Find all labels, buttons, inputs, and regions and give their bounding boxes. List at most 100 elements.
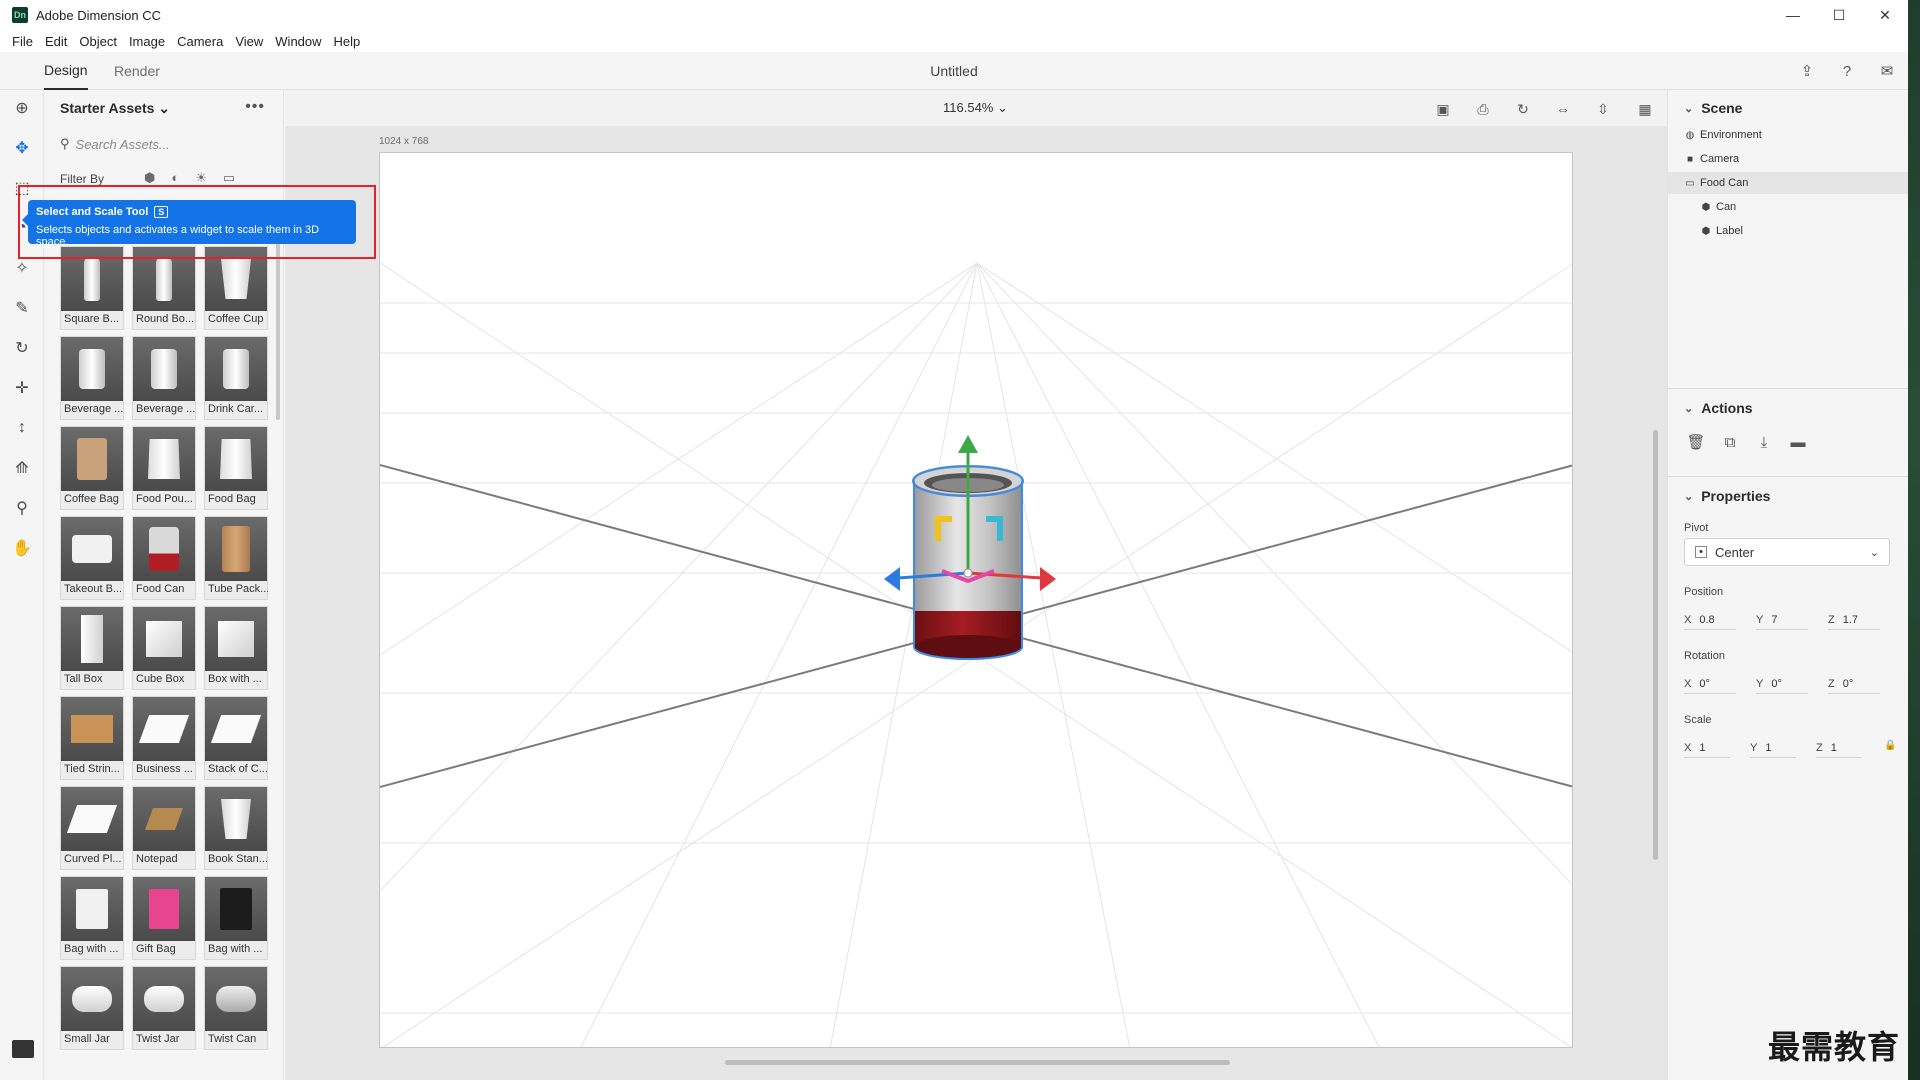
- filter-lights-icon[interactable]: ☀: [195, 170, 207, 186]
- position-z-field[interactable]: Z 1.7: [1828, 610, 1880, 630]
- panel-toggle-icon[interactable]: [12, 1040, 34, 1058]
- menu-object[interactable]: Object: [73, 34, 123, 49]
- asset-tile[interactable]: Twist Jar: [132, 966, 196, 1050]
- position-y-field[interactable]: Y7: [1756, 610, 1808, 630]
- menu-edit[interactable]: Edit: [39, 34, 73, 49]
- duplicate-icon[interactable]: ⧉: [1720, 432, 1740, 452]
- filter-images-icon[interactable]: ▭: [223, 170, 235, 186]
- dolly-tool-icon[interactable]: ↕: [10, 416, 34, 440]
- zoom-level[interactable]: 116.54% ⌄: [943, 100, 1008, 116]
- asset-tile[interactable]: Tube Pack...: [204, 516, 268, 600]
- properties-section-header[interactable]: ⌄ Properties: [1684, 488, 1770, 504]
- asset-tile[interactable]: Business ...: [132, 696, 196, 780]
- group-folder-icon[interactable]: ▬: [1788, 432, 1808, 452]
- orbit-camera-icon[interactable]: ↻: [1513, 99, 1533, 119]
- dolly-camera-icon[interactable]: ⇳: [1593, 99, 1613, 119]
- share-icon[interactable]: ⇪: [1798, 62, 1816, 80]
- pan-tool-icon[interactable]: ✛: [10, 376, 34, 400]
- rotation-z-field[interactable]: Z 0°: [1828, 674, 1880, 694]
- help-icon[interactable]: ?: [1838, 62, 1856, 80]
- zoom-tool-icon[interactable]: ⚲: [10, 496, 34, 520]
- asset-tile[interactable]: Box with ...: [204, 606, 268, 690]
- asset-tile[interactable]: Drink Car...: [204, 336, 268, 420]
- search-assets-field[interactable]: ⚲ Search Assets...: [60, 132, 270, 156]
- menu-help[interactable]: Help: [328, 34, 367, 49]
- maximize-button[interactable]: ☐: [1816, 0, 1862, 30]
- menu-camera[interactable]: Camera: [171, 34, 229, 49]
- scale-x-field[interactable]: X1: [1684, 738, 1730, 758]
- scene-item[interactable]: ◍ Environment: [1668, 124, 1909, 146]
- pan-camera-icon[interactable]: ⇔: [1553, 99, 1573, 119]
- hand-tool-icon[interactable]: ✋: [10, 536, 34, 560]
- asset-tile[interactable]: Takeout B...: [60, 516, 124, 600]
- asset-tile[interactable]: Book Stan...: [204, 786, 268, 870]
- render-preview-icon[interactable]: ▦: [1635, 99, 1655, 119]
- feedback-icon[interactable]: ✉: [1878, 62, 1896, 80]
- actions-section-header[interactable]: ⌄ Actions: [1684, 400, 1753, 416]
- horizon-tool-icon[interactable]: ⟰: [10, 456, 34, 480]
- menu-view[interactable]: View: [229, 34, 269, 49]
- asset-tile[interactable]: Bag with ...: [204, 876, 268, 960]
- asset-tile[interactable]: Tied Strin...: [60, 696, 124, 780]
- asset-thumbnail: [61, 427, 123, 491]
- asset-label: Bag with ...: [208, 943, 263, 955]
- pivot-dropdown[interactable]: • Center ⌄: [1684, 538, 1890, 566]
- move-to-ground-icon[interactable]: ⤓: [1754, 432, 1774, 452]
- minimize-button[interactable]: —: [1770, 0, 1816, 30]
- asset-tile[interactable]: Stack of C...: [204, 696, 268, 780]
- more-options-icon[interactable]: •••: [245, 98, 265, 116]
- eyedropper-tool-icon[interactable]: ✎: [10, 296, 34, 320]
- magic-wand-tool-icon[interactable]: ✧: [10, 256, 34, 280]
- rotation-x-field[interactable]: X 0°: [1684, 674, 1736, 694]
- asset-tile[interactable]: Curved Pl...: [60, 786, 124, 870]
- scene-item[interactable]: ⬢ Can: [1668, 196, 1909, 218]
- menu-window[interactable]: Window: [269, 34, 327, 49]
- canvas-horizontal-scrollbar[interactable]: [725, 1060, 1230, 1065]
- orbit-tool-icon[interactable]: ↻: [10, 336, 34, 360]
- tab-design[interactable]: Design: [44, 52, 88, 90]
- asset-tile[interactable]: Food Can: [132, 516, 196, 600]
- scene-item[interactable]: ⬢ Label: [1668, 220, 1909, 242]
- scene-section-header[interactable]: ⌄ Scene: [1684, 100, 1742, 116]
- asset-label: Coffee Bag: [64, 493, 119, 505]
- canvas-vertical-scrollbar[interactable]: [1653, 430, 1658, 860]
- close-button[interactable]: ✕: [1862, 0, 1908, 30]
- asset-label: Food Pou...: [136, 493, 193, 505]
- asset-thumbnail: [205, 517, 267, 581]
- asset-tile[interactable]: Beverage ...: [132, 336, 196, 420]
- asset-preview-shape: [156, 257, 172, 301]
- select-move-tool-icon[interactable]: ✥: [10, 136, 34, 160]
- asset-tile[interactable]: Small Jar: [60, 966, 124, 1050]
- asset-tile[interactable]: Tall Box: [60, 606, 124, 690]
- asset-tile[interactable]: Gift Bag: [132, 876, 196, 960]
- rotation-y-field[interactable]: Y 0°: [1756, 674, 1808, 694]
- filter-models-icon[interactable]: ⬢: [144, 170, 155, 186]
- asset-tile[interactable]: Food Pou...: [132, 426, 196, 510]
- lock-icon[interactable]: 🔒: [1884, 740, 1896, 751]
- asset-tile[interactable]: Notepad: [132, 786, 196, 870]
- 3d-viewport[interactable]: [379, 152, 1573, 1048]
- tab-render[interactable]: Render: [114, 52, 160, 90]
- asset-label: Notepad: [136, 853, 178, 865]
- filter-materials-icon[interactable]: ◐: [171, 170, 179, 186]
- scale-z-field[interactable]: Z1: [1816, 738, 1862, 758]
- asset-tile[interactable]: Food Bag: [204, 426, 268, 510]
- scene-item[interactable]: ▭ Food Can: [1668, 172, 1909, 194]
- asset-label: Square B...: [64, 313, 120, 325]
- position-x-field[interactable]: X 0.8: [1684, 610, 1736, 630]
- pivot-center-icon: •: [1695, 546, 1707, 558]
- scale-y-field[interactable]: Y1: [1750, 738, 1796, 758]
- menu-file[interactable]: File: [6, 34, 39, 49]
- camera-bookmark-icon[interactable]: ⎙: [1473, 99, 1493, 119]
- asset-tile[interactable]: Beverage ...: [60, 336, 124, 420]
- asset-tile[interactable]: Coffee Bag: [60, 426, 124, 510]
- delete-icon[interactable]: 🗑: [1686, 432, 1706, 452]
- asset-tile[interactable]: Twist Can: [204, 966, 268, 1050]
- add-content-icon[interactable]: ⊕: [10, 96, 34, 120]
- asset-tile[interactable]: Bag with ...: [60, 876, 124, 960]
- menu-image[interactable]: Image: [123, 34, 171, 49]
- asset-tile[interactable]: Cube Box: [132, 606, 196, 690]
- scene-item[interactable]: ■ Camera: [1668, 148, 1909, 170]
- assets-title[interactable]: Starter Assets ⌄: [60, 100, 170, 117]
- fit-view-icon[interactable]: ▣: [1433, 99, 1453, 119]
